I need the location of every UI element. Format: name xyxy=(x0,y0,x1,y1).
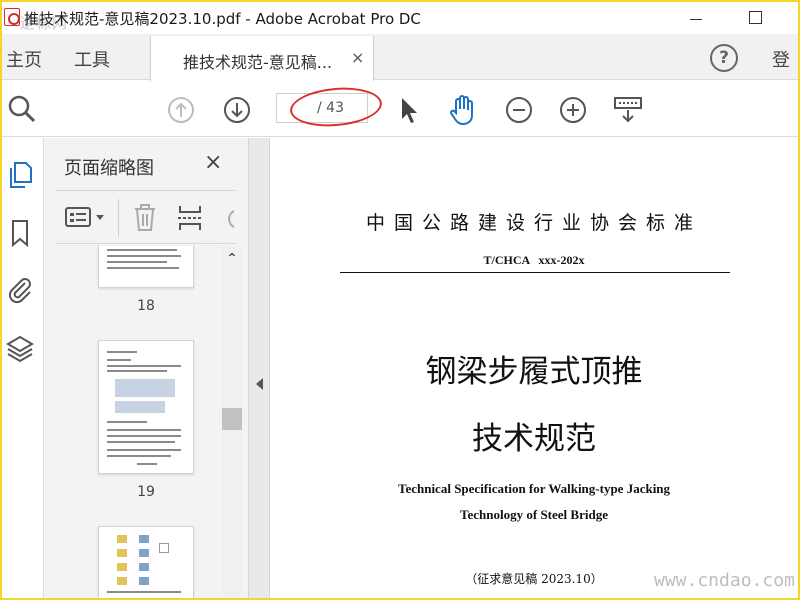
bookmark-icon[interactable] xyxy=(6,218,34,248)
help-icon[interactable]: ? xyxy=(710,44,738,72)
attachment-icon[interactable] xyxy=(6,274,34,304)
english-title-line2: Technology of Steel Bridge xyxy=(460,507,608,522)
page-thumbnails-panel: 页面缩略图 × 18 19 ⌃ xyxy=(44,138,248,598)
minimize-button[interactable] xyxy=(676,6,716,30)
keyboard-scroll-icon[interactable] xyxy=(612,95,644,125)
scroll-up-arrow-icon[interactable]: ⌃ xyxy=(222,252,242,266)
acrobat-logo-icon xyxy=(4,8,20,26)
english-title-line1: Technical Specification for Walking-type… xyxy=(397,481,671,496)
options-menu-icon[interactable] xyxy=(64,205,108,231)
main-toolbar: / 43 xyxy=(2,81,798,137)
document-title-line1: 钢梁步履式顶推 xyxy=(425,354,643,390)
document-tab-label: 推技术规范-意见稿... xyxy=(183,53,333,72)
annotation-circle xyxy=(288,84,384,130)
document-title-line2: 技术规范 xyxy=(472,421,596,457)
close-tab-icon[interactable]: × xyxy=(351,48,364,67)
search-icon[interactable] xyxy=(6,93,38,125)
layers-icon[interactable] xyxy=(6,334,34,364)
zoom-in-icon[interactable] xyxy=(558,95,588,125)
standard-code: T/CHCA xxx-202x xyxy=(483,253,585,267)
home-tab[interactable]: 主页 xyxy=(6,46,42,72)
panel-title: 页面缩略图 xyxy=(64,158,154,179)
scrollbar-thumb[interactable] xyxy=(222,408,242,430)
previous-page-icon[interactable] xyxy=(166,95,196,125)
select-cursor-icon[interactable] xyxy=(398,95,422,125)
hand-tool-icon[interactable] xyxy=(448,93,480,127)
thumbnail-label: 19 xyxy=(137,484,155,500)
page-thumbnails-icon[interactable] xyxy=(6,160,34,190)
left-icon-rail xyxy=(2,138,44,598)
tools-tab[interactable]: 工具 xyxy=(74,46,110,72)
thumbnail-page-18[interactable] xyxy=(98,246,194,288)
thumbnail-label: 18 xyxy=(137,298,155,314)
panel-toolbar xyxy=(56,190,236,244)
site-watermark: www.cndao.com xyxy=(654,570,795,591)
zoom-out-icon[interactable] xyxy=(504,95,534,125)
menu-bar: 主页 工具 推技术规范-意见稿... × ? 登 xyxy=(2,34,798,81)
trash-icon[interactable] xyxy=(132,203,158,233)
header-rule xyxy=(340,272,730,273)
document-page: 中国公路建设行业协会标准 T/CHCA xxx-202x 钢梁步履式顶推 技术规… xyxy=(270,138,798,598)
thumbnail-page-20[interactable] xyxy=(98,526,194,598)
close-panel-icon[interactable]: × xyxy=(204,150,222,175)
title-bar: 逆栋网 推技术规范-意见稿2023.10.pdf - Adobe Acrobat… xyxy=(2,2,798,34)
toolbar-divider xyxy=(118,199,119,237)
maximize-button[interactable] xyxy=(736,6,776,30)
thumbnail-scrollbar[interactable]: ⌃ xyxy=(222,246,242,598)
next-page-icon[interactable] xyxy=(222,95,252,125)
thumbnail-page-19[interactable] xyxy=(98,340,194,474)
rotate-page-icon[interactable] xyxy=(220,203,236,233)
window-title: 推技术规范-意见稿2023.10.pdf - Adobe Acrobat Pro… xyxy=(24,10,421,28)
acrobat-window: 逆栋网 推技术规范-意见稿2023.10.pdf - Adobe Acrobat… xyxy=(2,2,798,598)
document-tab[interactable]: 推技术规范-意见稿... × xyxy=(150,36,374,81)
standard-org-header: 中国公路建设行业协会标准 xyxy=(365,212,702,234)
thumbnails-list: 18 19 xyxy=(44,246,222,598)
insert-page-icon[interactable] xyxy=(176,203,204,233)
collapse-panel-icon[interactable] xyxy=(256,378,263,390)
panel-splitter[interactable] xyxy=(248,138,270,598)
sign-in-button[interactable]: 登 xyxy=(772,46,790,72)
